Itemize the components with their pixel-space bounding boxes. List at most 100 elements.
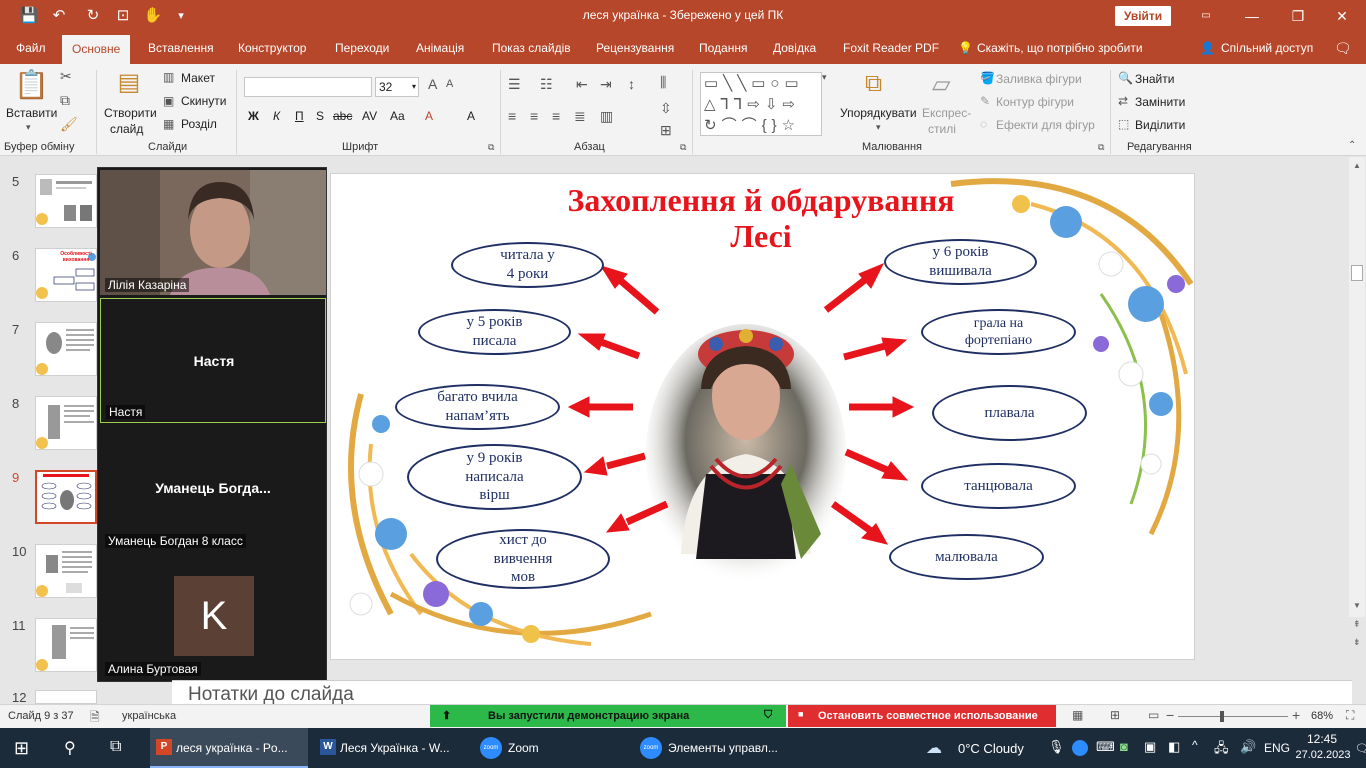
paragraph-dialog-launcher-icon[interactable]: ⧉ — [680, 142, 686, 153]
shape-effects-button[interactable]: Ефекти для фігур — [996, 118, 1095, 132]
slide-canvas[interactable]: Захоплення й обдарування Лесі читала у4 … — [330, 173, 1195, 660]
previous-slide-icon[interactable]: ⇞ — [1353, 619, 1361, 630]
talent-oval-dancing[interactable]: танцювала — [921, 463, 1076, 509]
input-language[interactable]: ENG — [1264, 741, 1290, 755]
notifications-icon[interactable]: 🗨 — [1355, 742, 1366, 755]
slide-sorter-icon[interactable]: ⊞ — [1110, 708, 1120, 722]
increase-font-icon[interactable]: A — [428, 76, 437, 92]
section-icon[interactable]: ▦ — [163, 117, 174, 131]
restore-button[interactable]: ❐ — [1278, 4, 1318, 28]
tab-transitions[interactable]: Переходи — [335, 32, 389, 64]
task-view-icon[interactable]: ⧉ — [110, 738, 121, 756]
reading-view-icon[interactable]: ▭ — [1148, 708, 1159, 722]
italic-button[interactable]: К — [273, 109, 280, 123]
clear-formatting-button[interactable]: A — [467, 109, 475, 123]
slide-thumbnail-12[interactable] — [35, 690, 97, 704]
windows-start-icon[interactable]: ⊞ — [14, 738, 29, 759]
quick-styles-button[interactable]: Експрес- — [922, 106, 971, 120]
font-dialog-launcher-icon[interactable]: ⧉ — [488, 142, 494, 153]
arrange-icon[interactable]: ⧉ — [865, 70, 882, 98]
numbering-icon[interactable]: ☷ — [540, 76, 553, 93]
justify-icon[interactable]: ≣ — [574, 108, 586, 125]
zoom-slider-thumb[interactable] — [1220, 711, 1224, 722]
reset-icon[interactable]: ▣ — [163, 94, 174, 108]
select-icon[interactable]: ⬚ — [1118, 117, 1129, 131]
scroll-down-icon[interactable]: ▼ — [1353, 601, 1361, 610]
shapes-gallery[interactable]: ▭╲╲▭○▭ △⅂⅂⇨⇩⇨ ↻⌒⌒{}☆ — [700, 72, 822, 136]
tray-app-icon[interactable]: ◧ — [1168, 739, 1180, 755]
tab-home[interactable]: Основне — [62, 35, 131, 64]
tab-view[interactable]: Подання — [699, 32, 747, 64]
tab-help[interactable]: Довідка — [773, 32, 816, 64]
talent-oval-writing[interactable]: у 5 років писала — [418, 309, 571, 355]
font-color-button[interactable]: A — [425, 109, 433, 123]
scroll-thumb[interactable] — [1351, 265, 1363, 281]
underline-button[interactable]: П — [295, 109, 304, 123]
shape-fill-button[interactable]: Заливка фігури — [996, 72, 1082, 86]
format-painter-icon[interactable]: 🖌 — [60, 116, 78, 133]
drawing-dialog-launcher-icon[interactable]: ⧉ — [1098, 142, 1104, 153]
microphone-icon[interactable]: 🎙 — [1048, 739, 1065, 755]
select-button[interactable]: Виділити — [1135, 118, 1185, 132]
participant-tile[interactable]: K Алина Буртовая — [100, 554, 326, 679]
slide-thumbnail-9[interactable] — [35, 470, 97, 524]
decrease-indent-icon[interactable]: ⇤ — [576, 76, 588, 93]
network-icon[interactable]: 🖧 — [1214, 739, 1229, 761]
taskbar-app-word[interactable]: W Леся Українка - W... — [314, 728, 474, 768]
taskbar-app-powerpoint[interactable]: P леся українка - Po... — [150, 728, 308, 768]
tab-design[interactable]: Конструктор — [238, 32, 306, 64]
participant-tile-active[interactable]: Настя Настя — [100, 298, 326, 423]
cut-icon[interactable]: ✂ — [60, 68, 72, 85]
notes-pane[interactable]: Нотатки до слайда — [172, 680, 1352, 707]
tab-animation[interactable]: Анімація — [416, 32, 464, 64]
tell-me-search[interactable]: Скажіть, що потрібно зробити — [977, 32, 1143, 64]
find-button[interactable]: Знайти — [1135, 72, 1174, 86]
taskbar-app-zoom-controls[interactable]: zoom Элементы управл... — [638, 728, 798, 768]
taskbar-app-zoom[interactable]: zoom Zoom — [478, 728, 628, 768]
participant-tile-video[interactable]: Лілія Казаріна — [100, 170, 326, 295]
slide-thumbnail-10[interactable] — [35, 544, 97, 598]
scroll-up-icon[interactable]: ▲ — [1353, 161, 1361, 170]
font-size-combo[interactable]: 32 ▾ — [375, 77, 419, 97]
zoom-out-button[interactable]: − — [1166, 707, 1174, 723]
show-hidden-icons[interactable]: ^ — [1192, 738, 1198, 752]
tab-insert[interactable]: Вставлення — [148, 32, 214, 64]
paste-icon[interactable]: 📋 — [14, 68, 49, 101]
align-text-icon[interactable]: ⇳ — [660, 100, 672, 117]
strikethrough-button[interactable]: abc — [333, 109, 352, 123]
keyboard-icon[interactable]: ⌨ — [1096, 739, 1115, 755]
tray-app-icon[interactable]: ◙ — [1120, 739, 1128, 754]
replace-button[interactable]: Замінити — [1135, 95, 1185, 109]
layout-button[interactable]: Макет — [181, 71, 215, 85]
new-slide-icon[interactable]: ▤ — [112, 68, 146, 97]
talent-oval-embroidery[interactable]: у 6 років вишивала — [884, 239, 1037, 285]
reset-button[interactable]: Скинути — [181, 94, 226, 108]
talent-oval-drawing[interactable]: малювала — [889, 534, 1044, 580]
stop-sharing-button[interactable]: ■ Остановить совместное использование — [788, 705, 1056, 727]
text-direction-icon[interactable]: ⫼ — [660, 74, 666, 91]
vertical-scrollbar[interactable]: ▲ ▼ ⇞ ⇟ — [1349, 157, 1365, 647]
smartart-icon[interactable]: ⊞ — [660, 122, 672, 139]
participant-tile[interactable]: Уманець Богда... Уманець Богдан 8 класс — [100, 426, 326, 551]
zoom-tray-icon[interactable] — [1072, 740, 1088, 756]
comments-icon[interactable]: 🗨 — [1334, 32, 1352, 64]
arrange-dropdown-icon[interactable]: ▾ — [876, 122, 881, 133]
increase-indent-icon[interactable]: ⇥ — [600, 76, 612, 93]
zoom-level[interactable]: 68% — [1311, 710, 1333, 722]
search-icon[interactable]: ⚲ — [64, 738, 76, 758]
shape-effects-icon[interactable]: ◌ — [980, 117, 987, 131]
decrease-font-icon[interactable]: A — [446, 78, 453, 90]
shapes-gallery-more-icon[interactable]: ▾ — [822, 72, 827, 83]
change-case-button[interactable]: Aa — [390, 109, 405, 123]
find-icon[interactable]: 🔍 — [1118, 71, 1133, 85]
copy-icon[interactable]: ⧉ — [60, 92, 70, 109]
shape-outline-icon[interactable]: ✎ — [980, 94, 990, 108]
volume-icon[interactable]: 🔊 — [1240, 739, 1256, 755]
ribbon-display-options-icon[interactable]: ▭ — [1186, 4, 1226, 28]
spellcheck-icon[interactable]: 🗎 — [90, 708, 100, 729]
new-slide-button-label[interactable]: слайд — [110, 122, 143, 136]
talent-oval-reading[interactable]: читала у 4 роки — [451, 242, 604, 288]
font-name-combo[interactable] — [244, 77, 372, 97]
tab-file[interactable]: Файл — [16, 32, 46, 64]
slide-thumbnail-8[interactable] — [35, 396, 97, 450]
